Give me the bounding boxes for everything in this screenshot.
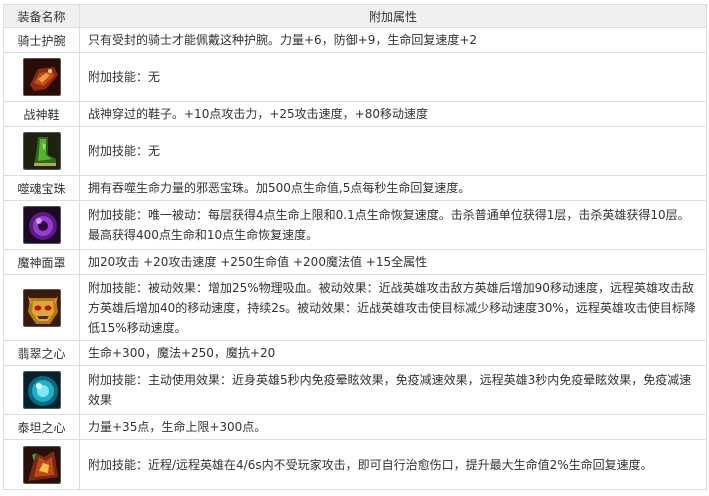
equipment-icon-cell — [3, 126, 80, 176]
equipment-name: 战神鞋 — [3, 101, 80, 127]
equipment-name: 噬魂宝珠 — [3, 175, 80, 201]
table-row: 骑士护腕 只有受封的骑士才能佩戴这种护腕。力量+6，防御+9，生命回复速度+2 — [3, 27, 707, 53]
war-god-boots-icon — [22, 132, 61, 170]
table-row: 战神鞋 战神穿过的鞋子。+10点攻击力，+25攻击速度，+80移动速度 — [3, 101, 707, 127]
table-row: 泰坦之心 力量+35点，生命上限+300点。 — [3, 414, 707, 440]
table-row: 附加技能：主动使用效果：近身英雄5秒内免疫晕眩效果，免疫减速效果，远程英雄3秒内… — [3, 365, 707, 415]
soul-orb-icon — [22, 206, 61, 244]
equipment-skill: 附加技能：主动使用效果：近身英雄5秒内免疫晕眩效果，免疫减速效果，远程英雄3秒内… — [79, 365, 707, 415]
table-row: 翡翠之心 生命+300，魔法+250，魔抗+20 — [3, 340, 707, 366]
table-row: 附加技能：唯一被动：每层获得4点生命上限和0.1点生命恢复速度。击杀普通单位获得… — [3, 200, 707, 250]
equipment-skill: 附加技能：被动效果：增加25%物理吸血。被动效果：近战英雄攻击敌方英雄后增加90… — [79, 274, 707, 341]
emerald-heart-icon — [22, 371, 61, 409]
table-row: 附加技能：被动效果：增加25%物理吸血。被动效果：近战英雄攻击敌方英雄后增加90… — [3, 274, 707, 341]
equipment-name: 骑士护腕 — [3, 27, 80, 53]
equipment-icon-cell — [3, 365, 80, 415]
equipment-description: 生命+300，魔法+250，魔抗+20 — [79, 340, 707, 366]
equipment-skill: 附加技能：无 — [79, 52, 707, 102]
equipment-description: 拥有吞噬生命力量的邪恶宝珠。加500点生命值,5点每秒生命回复速度。 — [79, 175, 707, 201]
titan-heart-icon — [22, 445, 61, 484]
equipment-icon-cell — [3, 200, 80, 250]
equipment-skill: 附加技能：无 — [79, 126, 707, 176]
equipment-name: 泰坦之心 — [3, 414, 80, 440]
table-row: 附加技能：无 — [3, 126, 707, 176]
equipment-skill: 附加技能：唯一被动：每层获得4点生命上限和0.1点生命恢复速度。击杀普通单位获得… — [79, 200, 707, 250]
header-additional-attributes: 附加属性 — [79, 4, 707, 28]
table-row: 魔神面罩 加20攻击 +20攻击速度 +250生命值 +200魔法值 +15全属… — [3, 249, 707, 275]
knight-bracer-icon — [22, 58, 61, 96]
equipment-name: 翡翠之心 — [3, 340, 80, 366]
table-row: 附加技能：近程/远程英雄在4/6s内不受玩家攻击，即可自行治愈伤口，提升最大生命… — [3, 439, 707, 490]
equipment-icon-cell — [3, 439, 80, 490]
equipment-table: 装备名称 附加属性 骑士护腕 只有受封的骑士才能佩戴这种护腕。力量+6，防御+9… — [3, 4, 707, 490]
demon-mask-icon — [22, 288, 61, 327]
equipment-icon-cell — [3, 274, 80, 341]
table-header-row: 装备名称 附加属性 — [3, 4, 707, 28]
table-row: 附加技能：无 — [3, 52, 707, 102]
equipment-name: 魔神面罩 — [3, 249, 80, 275]
header-equipment-name: 装备名称 — [3, 4, 80, 28]
equipment-skill: 附加技能：近程/远程英雄在4/6s内不受玩家攻击，即可自行治愈伤口，提升最大生命… — [79, 439, 707, 490]
equipment-description: 加20攻击 +20攻击速度 +250生命值 +200魔法值 +15全属性 — [79, 249, 707, 275]
equipment-description: 力量+35点，生命上限+300点。 — [79, 414, 707, 440]
equipment-description: 只有受封的骑士才能佩戴这种护腕。力量+6，防御+9，生命回复速度+2 — [79, 27, 707, 53]
equipment-icon-cell — [3, 52, 80, 102]
table-row: 噬魂宝珠 拥有吞噬生命力量的邪恶宝珠。加500点生命值,5点每秒生命回复速度。 — [3, 175, 707, 201]
equipment-description: 战神穿过的鞋子。+10点攻击力，+25攻击速度，+80移动速度 — [79, 101, 707, 127]
